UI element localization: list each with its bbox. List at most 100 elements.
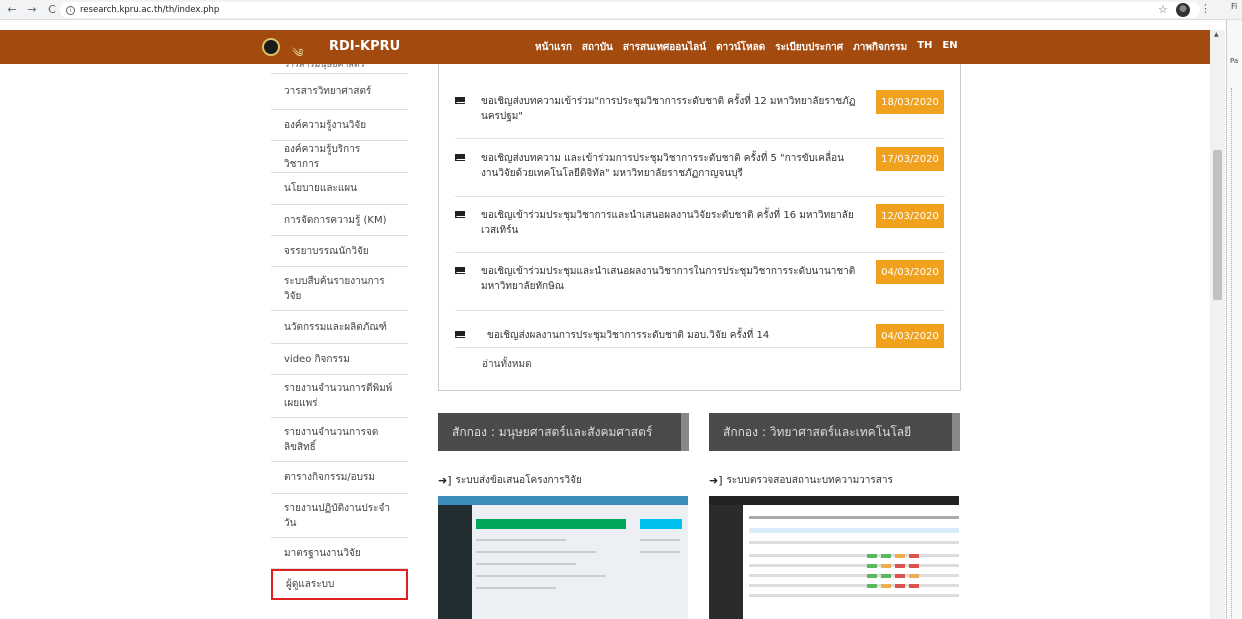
sidebar-item[interactable]: วารสารมนุษยศาสตร์	[271, 64, 408, 74]
url-text: research.kpru.ac.th/th/index.php	[80, 5, 220, 15]
thumb-content	[472, 505, 688, 619]
sidebar-item[interactable]: นโยบายและแผน	[271, 173, 408, 205]
sidebar-item[interactable]: นวัตกรรมและผลิตภัณฑ์	[271, 311, 408, 344]
sidebar-item[interactable]: มาตรฐานงานวิจัย	[271, 538, 408, 569]
scroll-up-icon[interactable]: ▲	[1214, 31, 1219, 38]
proposal-system-thumbnail[interactable]	[438, 496, 688, 619]
side-panel-label: Pa	[1230, 57, 1239, 65]
news-panel: ขอเชิญส่งบทความเข้าร่วม"การประชุมวิชาการ…	[438, 64, 961, 391]
news-title[interactable]: ขอเชิญส่งผลงานการประชุมวิชาการระดับชาติ …	[487, 328, 867, 343]
thumb-line	[476, 575, 606, 577]
news-item[interactable]: ขอเชิญเข้าร่วมประชุมวิชาการและนำเสนอผลงา…	[455, 204, 945, 253]
nav-home[interactable]: หน้าแรก	[535, 40, 572, 55]
thumb-line	[476, 587, 556, 589]
thumb-cell	[867, 554, 877, 558]
news-title[interactable]: ขอเชิญเข้าร่วมประชุมและนำเสนอผลงานวิชากา…	[481, 264, 861, 294]
university-logo-icon[interactable]	[262, 38, 280, 56]
news-title[interactable]: ขอเชิญเข้าร่วมประชุมวิชาการและนำเสนอผลงา…	[481, 208, 861, 238]
thumb-line	[640, 551, 680, 553]
thumb-row	[749, 584, 959, 587]
thumb-cell	[895, 574, 905, 578]
thumb-cell	[909, 584, 919, 588]
sidebar-item[interactable]: องค์ความรู้งานวิจัย	[271, 110, 408, 141]
thumb-cell	[867, 584, 877, 588]
nav-lang-en[interactable]: EN	[942, 40, 957, 55]
thumb-cell	[895, 564, 905, 568]
side-panel-letter: Fi	[1231, 2, 1238, 11]
nav-lang-th[interactable]: TH	[917, 40, 932, 55]
site-header: ༄ RDI-KPRU หน้าแรก สถาบัน สารสนเทศออนไลน…	[0, 30, 1210, 64]
nav-institute[interactable]: สถาบัน	[582, 40, 613, 55]
envelope-icon	[455, 154, 465, 161]
thumb-row	[749, 528, 959, 533]
envelope-icon	[455, 97, 465, 104]
page-scrollbar[interactable]: ▲	[1210, 30, 1225, 619]
sidebar-item[interactable]: รายงานปฏิบัติงานประจำวัน	[271, 494, 408, 538]
thumb-cell	[909, 574, 919, 578]
nav-regulations[interactable]: ระเบียบประกาศ	[775, 40, 843, 55]
sign-in-icon: ➜]	[438, 474, 452, 487]
thumb-green-bar	[476, 519, 626, 529]
news-title[interactable]: ขอเชิญส่งบทความ และเข้าร่วมการประชุมวิชา…	[481, 151, 861, 181]
thumb-row	[749, 541, 959, 544]
cluster-banner-science[interactable]: สักกอง : วิทยาศาสตร์และเทคโนโลยี	[709, 413, 960, 451]
section-title-journal-status[interactable]: ➜] ระบบตรวจสอบสถานะบทความวารสาร	[709, 473, 893, 488]
sidebar-item-admin[interactable]: ผู้ดูแลระบบ	[271, 569, 408, 600]
sidebar-item[interactable]: การจัดการความรู้ (KM)	[271, 205, 408, 236]
envelope-icon	[455, 331, 465, 338]
sidebar-item[interactable]: จรรยาบรรณนักวิจัย	[271, 236, 408, 267]
info-icon[interactable]: i	[66, 5, 75, 15]
thumb-cell	[881, 554, 891, 558]
sidebar-item[interactable]: video กิจกรรม	[271, 344, 408, 375]
thumb-row	[749, 594, 959, 597]
address-bar[interactable]: i research.kpru.ac.th/th/index.php	[60, 2, 1200, 18]
news-date-badge: 12/03/2020	[876, 204, 944, 228]
news-title[interactable]: ขอเชิญส่งบทความเข้าร่วม"การประชุมวิชาการ…	[481, 94, 861, 124]
thumb-topbar	[709, 496, 959, 505]
news-date-badge: 04/03/2020	[876, 324, 944, 348]
news-item[interactable]: ขอเชิญส่งผลงานการประชุมวิชาการระดับชาติ …	[455, 324, 945, 348]
scroll-thumb[interactable]	[1213, 150, 1222, 300]
sidebar-menu: วารสารมนุษยศาสตร์ วารสารวิทยาศาสตร์ องค์…	[271, 64, 408, 600]
section-title-proposal[interactable]: ➜] ระบบส่งข้อเสนอโครงการวิจัย	[438, 473, 582, 488]
sidebar-item[interactable]: รายงานจำนวนการตีพิมพ์เผยแพร่	[271, 375, 408, 418]
thumb-cell	[881, 584, 891, 588]
envelope-icon	[455, 267, 465, 274]
cluster-banner-humanities[interactable]: สักกอง : มนุษยศาสตร์และสังคมศาสตร์	[438, 413, 689, 451]
thumb-topbar	[438, 496, 688, 505]
thumb-content	[743, 505, 959, 619]
nav-online-info[interactable]: สารสนเทศออนไลน์	[623, 40, 706, 55]
browser-menu-icon[interactable]: ⋮	[1200, 2, 1211, 15]
thumb-cyan-bar	[640, 519, 682, 529]
thumb-row	[749, 564, 959, 567]
sidebar-item[interactable]: วารสารวิทยาศาสตร์	[271, 74, 408, 110]
sidebar-item[interactable]: องค์ความรู้บริการวิชาการ	[271, 141, 408, 173]
news-date-badge: 18/03/2020	[876, 90, 944, 114]
nav-gallery[interactable]: ภาพกิจกรรม	[853, 40, 907, 55]
site-brand[interactable]: RDI-KPRU	[329, 39, 400, 54]
sidebar-item[interactable]: ระบบสืบค้นรายงานการวิจัย	[271, 267, 408, 311]
thumb-cell	[909, 554, 919, 558]
cluster-title: : วิทยาศาสตร์และเทคโนโลยี	[761, 424, 912, 439]
ruler	[1231, 88, 1240, 618]
cluster-title: : มนุษยศาสตร์และสังคมศาสตร์	[490, 424, 653, 439]
news-item[interactable]: ขอเชิญส่งบทความเข้าร่วม"การประชุมวิชาการ…	[455, 90, 945, 139]
main-nav: หน้าแรก สถาบัน สารสนเทศออนไลน์ ดาวน์โหลด…	[535, 40, 958, 55]
thumb-cell	[909, 564, 919, 568]
news-item[interactable]: ขอเชิญเข้าร่วมประชุมและนำเสนอผลงานวิชากา…	[455, 260, 945, 311]
sidebar-item[interactable]: รายงานจำนวนการจดลิขสิทธิ์	[271, 418, 408, 462]
bookmark-star-icon[interactable]: ☆	[1158, 3, 1168, 16]
back-icon[interactable]: ←	[4, 2, 20, 18]
sidebar-item[interactable]: ตารางกิจกรรม/อบรม	[271, 462, 408, 494]
forward-icon[interactable]: →	[24, 2, 40, 18]
read-all-link[interactable]: อ่านทั้งหมด	[482, 357, 532, 372]
thumb-row	[749, 574, 959, 577]
extension-icon[interactable]	[1176, 3, 1190, 17]
journal-status-thumbnail[interactable]	[709, 496, 959, 619]
news-date-badge: 04/03/2020	[876, 260, 944, 284]
nav-download[interactable]: ดาวน์โหลด	[716, 40, 765, 55]
thumb-cell	[881, 564, 891, 568]
news-item[interactable]: ขอเชิญส่งบทความ และเข้าร่วมการประชุมวิชา…	[455, 147, 945, 197]
thumb-line	[476, 563, 576, 565]
reload-icon[interactable]: C	[44, 2, 60, 18]
